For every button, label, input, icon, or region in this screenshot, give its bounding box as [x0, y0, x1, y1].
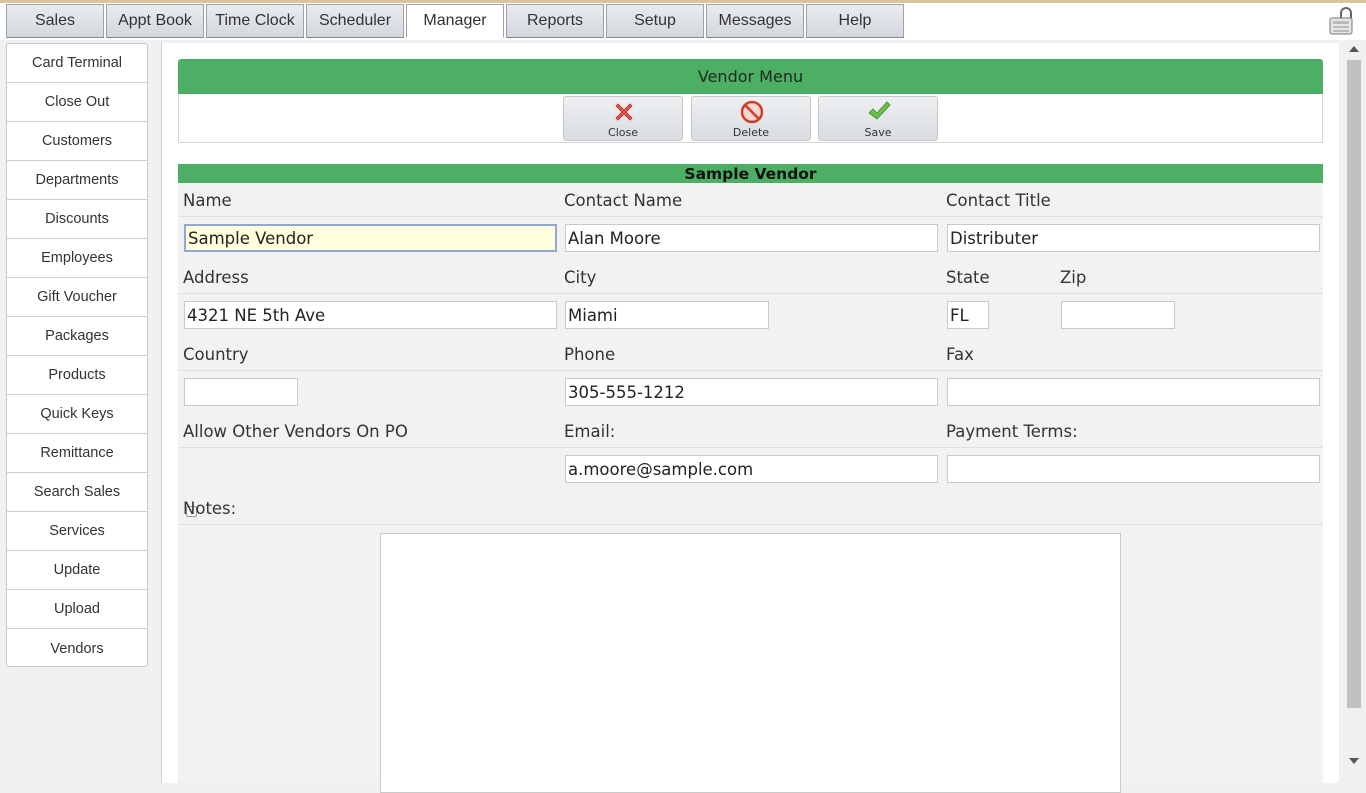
city-label: City [564, 268, 597, 287]
sidebar-item-products[interactable]: Products [7, 356, 147, 395]
vendor-panel: Vendor Menu Close Delete Save Sample Ven… [161, 43, 1339, 793]
manager-sidebar: Card Terminal Close Out Customers Depart… [6, 43, 148, 667]
sidebar-item-services[interactable]: Services [7, 512, 147, 551]
close-button[interactable]: Close [563, 96, 683, 141]
state-label: State [946, 268, 990, 287]
payment-terms-label: Payment Terms: [946, 422, 1078, 441]
fax-field[interactable] [947, 378, 1320, 406]
country-field[interactable] [184, 378, 298, 406]
delete-button-label: Delete [732, 126, 770, 139]
city-field[interactable] [565, 301, 769, 329]
sidebar-item-vendors[interactable]: Vendors [7, 629, 147, 668]
tab-time-clock[interactable]: Time Clock [206, 4, 304, 38]
scroll-up-arrow-icon[interactable] [1349, 46, 1359, 52]
sidebar-item-departments[interactable]: Departments [7, 161, 147, 200]
tab-appt-book[interactable]: Appt Book [106, 4, 204, 38]
sidebar-item-quick-keys[interactable]: Quick Keys [7, 395, 147, 434]
phone-label: Phone [564, 345, 616, 364]
top-tab-bar: Sales Appt Book Time Clock Scheduler Man… [0, 0, 1366, 40]
notes-label: Notes: [183, 499, 237, 518]
label-row-4: Allow Other Vendors On PO Email: Payment… [178, 414, 1323, 448]
delete-button[interactable]: Delete [691, 96, 811, 141]
name-field[interactable] [184, 224, 557, 252]
address-field[interactable] [184, 301, 557, 329]
sidebar-item-customers[interactable]: Customers [7, 122, 147, 161]
label-row-5: Notes: [178, 491, 1323, 525]
sidebar-item-employees[interactable]: Employees [7, 239, 147, 278]
tab-setup[interactable]: Setup [606, 4, 704, 38]
sidebar-item-update[interactable]: Update [7, 551, 147, 590]
notes-field[interactable] [380, 533, 1121, 793]
close-button-label: Close [608, 126, 638, 139]
scrollbar-thumb[interactable] [1347, 60, 1361, 708]
tab-sales[interactable]: Sales [6, 4, 104, 38]
sidebar-item-gift-voucher[interactable]: Gift Voucher [7, 278, 147, 317]
tab-help[interactable]: Help [806, 4, 904, 38]
email-field[interactable] [565, 455, 938, 483]
sidebar-item-packages[interactable]: Packages [7, 317, 147, 356]
contact-title-field[interactable] [947, 224, 1320, 252]
save-button[interactable]: Save [818, 96, 938, 141]
country-label: Country [183, 345, 249, 364]
tab-messages[interactable]: Messages [706, 4, 804, 38]
sidebar-item-search-sales[interactable]: Search Sales [7, 473, 147, 512]
vendor-menu-toolbar: Close Delete Save [178, 94, 1323, 143]
sidebar-item-close-out[interactable]: Close Out [7, 83, 147, 122]
tab-scheduler[interactable]: Scheduler [306, 4, 404, 38]
vendor-form: Name Contact Name Contact Title Address … [178, 183, 1323, 793]
tab-manager[interactable]: Manager [406, 4, 504, 38]
state-field[interactable] [947, 301, 989, 329]
sidebar-item-discounts[interactable]: Discounts [7, 200, 147, 239]
phone-field[interactable] [565, 378, 938, 406]
email-label: Email: [564, 422, 616, 441]
label-row-1: Name Contact Name Contact Title [178, 183, 1323, 217]
main-tabs: Sales Appt Book Time Clock Scheduler Man… [6, 4, 906, 38]
sidebar-item-card-terminal[interactable]: Card Terminal [7, 44, 147, 83]
zip-label: Zip [1060, 268, 1087, 287]
payment-terms-field[interactable] [947, 455, 1320, 483]
delete-icon [740, 100, 764, 124]
allow-other-vendors-label: Allow Other Vendors On PO [183, 422, 408, 441]
contact-name-label: Contact Name [564, 191, 683, 210]
top-accent-line [0, 0, 1366, 3]
label-row-2: Address City State Zip [178, 260, 1323, 294]
sidebar-item-upload[interactable]: Upload [7, 590, 147, 629]
checkmark-icon [868, 101, 891, 120]
label-row-3: Country Phone Fax [178, 337, 1323, 371]
address-label: Address [183, 268, 249, 287]
vendor-menu-title: Vendor Menu [178, 59, 1323, 94]
contact-name-field[interactable] [565, 224, 938, 252]
scroll-down-arrow-icon[interactable] [1349, 758, 1359, 764]
contact-title-label: Contact Title [946, 191, 1051, 210]
name-label: Name [183, 191, 232, 210]
zip-field[interactable] [1061, 301, 1175, 329]
fax-label: Fax [946, 345, 974, 364]
vendor-form-title: Sample Vendor [178, 164, 1323, 183]
close-icon [615, 103, 633, 121]
save-button-label: Save [864, 126, 892, 139]
tab-reports[interactable]: Reports [506, 4, 604, 38]
lock-register-icon[interactable] [1328, 6, 1356, 36]
sidebar-item-remittance[interactable]: Remittance [7, 434, 147, 473]
